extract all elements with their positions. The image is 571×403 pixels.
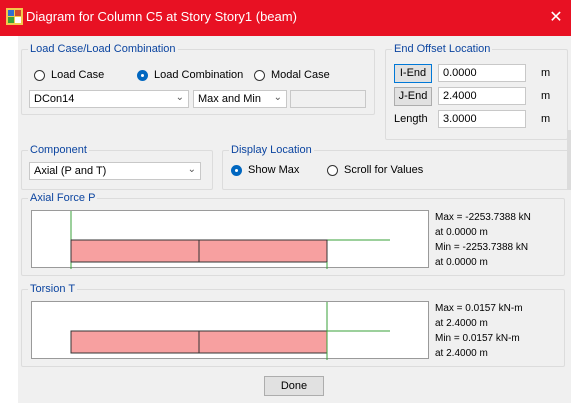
- axial-min-location: at 0.0000 m: [435, 257, 488, 268]
- etabs-app-icon: [6, 8, 23, 25]
- j-end-value: 2.4000: [443, 90, 477, 102]
- dialog-client: Load Case/Load Combination Load Case Loa…: [18, 36, 571, 403]
- length-unit: m: [541, 113, 551, 125]
- i-end-field[interactable]: 0.0000: [438, 64, 526, 82]
- j-end-field[interactable]: 2.4000: [438, 87, 526, 105]
- length-value: 3.0000: [443, 113, 477, 125]
- radio-label: Load Case: [51, 69, 105, 81]
- load-combination-value: DCon14: [34, 93, 75, 105]
- step-field: [290, 90, 366, 108]
- radio-dot-selected: [137, 69, 148, 81]
- torsion-diagram: [31, 301, 429, 360]
- radio-label: Show Max: [248, 164, 300, 176]
- close-icon[interactable]: ✕: [545, 7, 567, 29]
- component-group: Component Axial (P and T) ⌄: [21, 144, 213, 190]
- chevron-down-icon: ⌄: [187, 164, 196, 175]
- torsion-max-text: Max = 0.0157 kN-m: [435, 303, 523, 314]
- torsion-min-text: Min = 0.0157 kN-m: [435, 333, 520, 344]
- radio-dot-selected: [231, 164, 242, 176]
- envelope-value: Max and Min: [198, 93, 261, 105]
- display-location-group: Display Location Show Max Scroll for Val…: [222, 144, 569, 190]
- load-case-group: Load Case/Load Combination Load Case Loa…: [21, 43, 375, 115]
- scrollbar[interactable]: [567, 130, 571, 190]
- torsion-legend: Torsion T: [28, 283, 78, 295]
- torsion-info: Max = 0.0157 kN-m at 2.4000 m Min = 0.01…: [435, 301, 523, 361]
- load-combination-select[interactable]: DCon14 ⌄: [29, 90, 189, 108]
- torsion-plot: [70, 302, 390, 360]
- axial-force-legend: Axial Force P: [28, 192, 98, 204]
- chevron-down-icon: ⌄: [175, 92, 184, 103]
- load-case-legend: Load Case/Load Combination: [28, 43, 178, 55]
- i-end-value: 0.0000: [443, 67, 477, 79]
- length-field[interactable]: 3.0000: [438, 110, 526, 128]
- axial-force-diagram: [31, 210, 429, 269]
- radio-label: Load Combination: [154, 69, 244, 81]
- torsion-min-location: at 2.4000 m: [435, 348, 488, 359]
- component-legend: Component: [28, 144, 89, 156]
- component-select[interactable]: Axial (P and T) ⌄: [29, 162, 201, 180]
- j-end-unit: m: [541, 90, 551, 102]
- end-offset-group: End Offset Location I-End 0.0000 m J-End…: [385, 43, 568, 140]
- axial-force-plot: [70, 211, 390, 269]
- radio-show-max[interactable]: Show Max: [231, 164, 299, 176]
- axial-max-text: Max = -2253.7388 kN: [435, 212, 531, 223]
- i-end-unit: m: [541, 67, 551, 79]
- envelope-select[interactable]: Max and Min ⌄: [193, 90, 287, 108]
- end-offset-legend: End Offset Location: [392, 43, 493, 55]
- length-label: Length: [394, 113, 428, 125]
- i-end-button[interactable]: I-End: [394, 64, 432, 83]
- window-title: Diagram for Column C5 at Story Story1 (b…: [26, 9, 297, 24]
- radio-dot: [34, 69, 45, 81]
- radio-label: Modal Case: [271, 69, 330, 81]
- axial-max-location: at 0.0000 m: [435, 227, 488, 238]
- component-value: Axial (P and T): [34, 165, 107, 177]
- torsion-group: Torsion T Max = 0.0157 kN-m at 2.4000 m …: [21, 283, 565, 367]
- radio-dot: [254, 69, 265, 81]
- axial-min-text: Min = -2253.7388 kN: [435, 242, 529, 253]
- done-button[interactable]: Done: [264, 376, 324, 396]
- radio-load-combination[interactable]: Load Combination: [137, 69, 243, 81]
- radio-modal-case[interactable]: Modal Case: [254, 69, 330, 81]
- title-bar: Diagram for Column C5 at Story Story1 (b…: [0, 0, 571, 36]
- radio-dot: [327, 164, 338, 176]
- radio-scroll-for-values[interactable]: Scroll for Values: [327, 164, 423, 176]
- axial-force-info: Max = -2253.7388 kN at 0.0000 m Min = -2…: [435, 210, 531, 270]
- chevron-down-icon: ⌄: [273, 92, 282, 103]
- radio-label: Scroll for Values: [344, 164, 424, 176]
- display-location-legend: Display Location: [229, 144, 314, 156]
- radio-load-case[interactable]: Load Case: [34, 69, 104, 81]
- j-end-button[interactable]: J-End: [394, 87, 432, 106]
- axial-force-group: Axial Force P Max = -2253.7388 kN at 0.0…: [21, 192, 565, 276]
- torsion-max-location: at 2.4000 m: [435, 318, 488, 329]
